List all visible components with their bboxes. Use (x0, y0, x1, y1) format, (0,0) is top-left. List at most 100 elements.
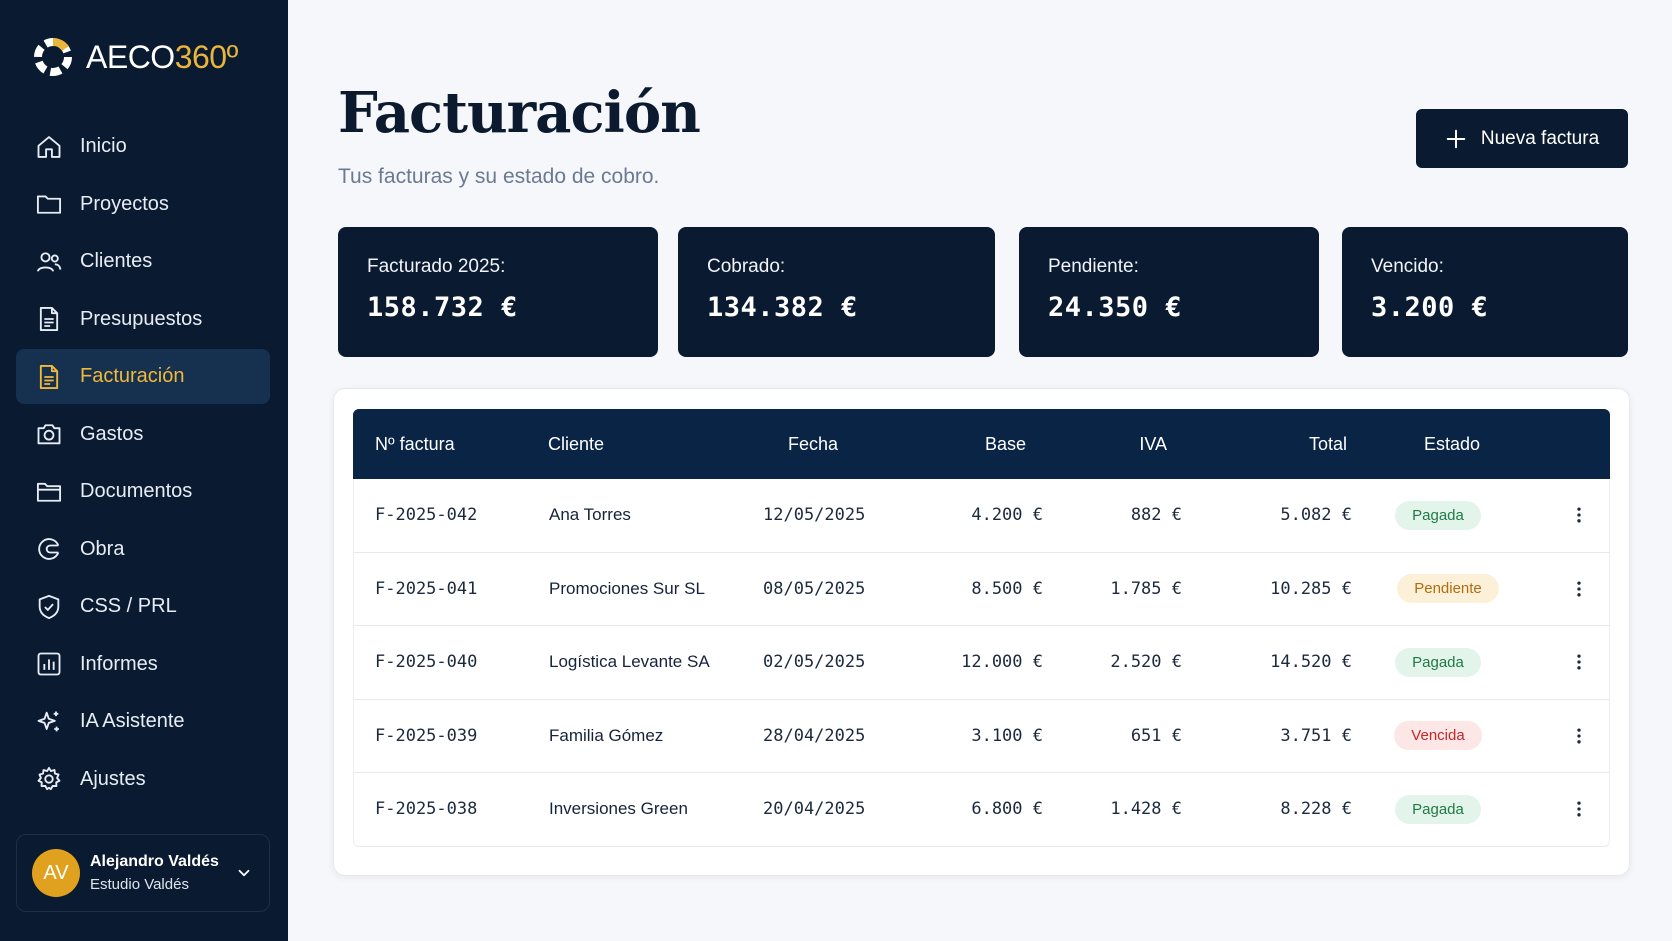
users-icon (36, 251, 62, 272)
sidebar-item-proyectos[interactable]: Proyectos (16, 177, 270, 232)
more-vertical-icon[interactable] (1569, 505, 1589, 525)
main-content: Facturación Tus facturas y su estado de … (288, 0, 1672, 941)
row-actions[interactable] (1569, 773, 1589, 846)
sidebar-item-facturacion[interactable]: Facturación (16, 349, 270, 404)
stat-value: 3.200 € (1371, 292, 1489, 323)
stat-value: 24.350 € (1048, 292, 1183, 323)
row-actions[interactable] (1569, 553, 1589, 626)
invoice-client: Ana Torres (549, 505, 631, 525)
more-vertical-icon[interactable] (1569, 579, 1589, 599)
invoice-date: 20/04/2025 (763, 799, 866, 820)
sidebar-item-clientes[interactable]: Clientes (16, 234, 270, 289)
sidebar-item-css-prl[interactable]: CSS / PRL (16, 579, 270, 634)
chevron-down-icon[interactable] (235, 864, 253, 882)
sidebar-item-ajustes[interactable]: Ajustes (16, 752, 270, 807)
invoice-date: 08/05/2025 (763, 578, 866, 599)
invoices-table: Nº factura Cliente Fecha Base IVA Total … (353, 409, 1610, 847)
table-row[interactable]: F-2025-039 Familia Gómez 28/04/2025 3.10… (353, 699, 1610, 773)
status-cell: Pagada (1378, 479, 1498, 552)
sidebar-item-presupuestos[interactable]: Presupuestos (16, 292, 270, 347)
invoice-base: 8.500 € (971, 578, 1043, 599)
column-header-date[interactable]: Fecha (788, 409, 838, 479)
invoice-client: Familia Gómez (549, 725, 664, 745)
invoice-date: 12/05/2025 (763, 505, 866, 526)
sidebar-item-label: Documentos (80, 480, 193, 502)
more-vertical-icon[interactable] (1569, 652, 1589, 672)
table-row[interactable]: F-2025-038 Inversiones Green 20/04/2025 … (353, 773, 1610, 847)
column-header-status[interactable]: Estado (1424, 409, 1480, 479)
page-title: Facturación (338, 80, 701, 146)
row-actions[interactable] (1569, 700, 1589, 773)
stat-card-facturado: Facturado 2025: 158.732 € (338, 227, 658, 357)
gear-icon (37, 766, 61, 791)
status-cell: Pagada (1378, 626, 1498, 699)
more-vertical-icon[interactable] (1569, 726, 1589, 746)
user-name: Alejandro Valdés (90, 853, 219, 870)
invoice-iva: 882 € (1130, 505, 1182, 526)
stat-label: Cobrado: (707, 256, 786, 277)
sidebar-item-label: Obra (80, 537, 125, 560)
status-badge: Vencida (1394, 721, 1482, 751)
column-header-iva[interactable]: IVA (1139, 409, 1167, 479)
column-header-base[interactable]: Base (985, 409, 1026, 479)
column-header-number[interactable]: Nº factura (375, 409, 455, 479)
invoice-iva: 651 € (1130, 725, 1182, 746)
invoice-date: 02/05/2025 (763, 652, 866, 673)
sidebar-item-label: Informes (80, 652, 158, 675)
table-row[interactable]: F-2025-042 Ana Torres 12/05/2025 4.200 €… (353, 479, 1610, 553)
sidebar-item-label: Gastos (80, 422, 144, 445)
stat-card-vencido: Vencido: 3.200 € (1342, 227, 1628, 357)
status-badge: Pagada (1395, 500, 1481, 530)
row-actions[interactable] (1569, 479, 1589, 552)
user-menu[interactable]: AV Alejandro Valdés Estudio Valdés (16, 834, 270, 912)
status-cell: Pagada (1378, 773, 1498, 846)
stat-card-cobrado: Cobrado: 134.382 € (678, 227, 995, 357)
invoice-base: 12.000 € (961, 652, 1043, 673)
column-header-total[interactable]: Total (1309, 409, 1347, 479)
invoice-total: 5.082 € (1280, 505, 1352, 526)
sidebar-item-ia-asistente[interactable]: IA Asistente (16, 694, 270, 749)
more-vertical-icon[interactable] (1569, 799, 1589, 819)
invoices-table-card: Nº factura Cliente Fecha Base IVA Total … (333, 388, 1630, 876)
user-info: Alejandro Valdés Estudio Valdés (90, 853, 235, 893)
invoice-total: 8.228 € (1280, 799, 1352, 820)
row-actions[interactable] (1569, 626, 1589, 699)
plus-icon (1446, 129, 1466, 148)
stat-label: Vencido: (1371, 256, 1444, 277)
sparkles-icon (37, 711, 59, 731)
invoice-client: Logística Levante SA (549, 652, 710, 672)
invoice-client: Inversiones Green (549, 799, 688, 819)
sidebar-item-informes[interactable]: Informes (16, 637, 270, 692)
sidebar-item-obra[interactable]: Obra (16, 522, 270, 577)
logo-icon (34, 38, 72, 76)
chart-icon (37, 652, 61, 676)
invoice-total: 10.285 € (1270, 578, 1352, 599)
shield-icon (38, 594, 60, 619)
sidebar-item-label: IA Asistente (80, 710, 185, 732)
status-cell: Vencida (1378, 700, 1498, 773)
brand-logo[interactable]: AECO360º (32, 36, 238, 78)
table-row[interactable]: F-2025-041 Promociones Sur SL 08/05/2025… (353, 552, 1610, 626)
status-badge: Pendiente (1397, 574, 1499, 604)
invoice-icon (39, 364, 59, 389)
invoice-number: F-2025-039 (375, 725, 478, 746)
sidebar-item-label: Clientes (80, 250, 153, 272)
table-row[interactable]: F-2025-040 Logística Levante SA 02/05/20… (353, 626, 1610, 700)
page-subtitle: Tus facturas y su estado de cobro. (338, 165, 660, 188)
status-badge: Pagada (1395, 794, 1481, 824)
stat-value: 134.382 € (707, 292, 858, 323)
sidebar-item-label: Presupuestos (80, 307, 203, 330)
sidebar-item-documentos[interactable]: Documentos (16, 464, 270, 519)
stat-value: 158.732 € (367, 292, 518, 323)
camera-icon (37, 424, 61, 445)
new-invoice-button[interactable]: Nueva factura (1416, 109, 1628, 168)
invoice-number: F-2025-042 (375, 505, 478, 526)
home-icon (37, 135, 61, 158)
invoice-number: F-2025-038 (375, 799, 478, 820)
sidebar-item-label: Facturación (80, 365, 185, 387)
sidebar-item-inicio[interactable]: Inicio (16, 119, 270, 174)
invoice-iva: 2.520 € (1110, 652, 1182, 673)
sidebar-item-gastos[interactable]: Gastos (16, 407, 270, 462)
invoice-iva: 1.428 € (1110, 799, 1182, 820)
column-header-client[interactable]: Cliente (548, 409, 604, 479)
